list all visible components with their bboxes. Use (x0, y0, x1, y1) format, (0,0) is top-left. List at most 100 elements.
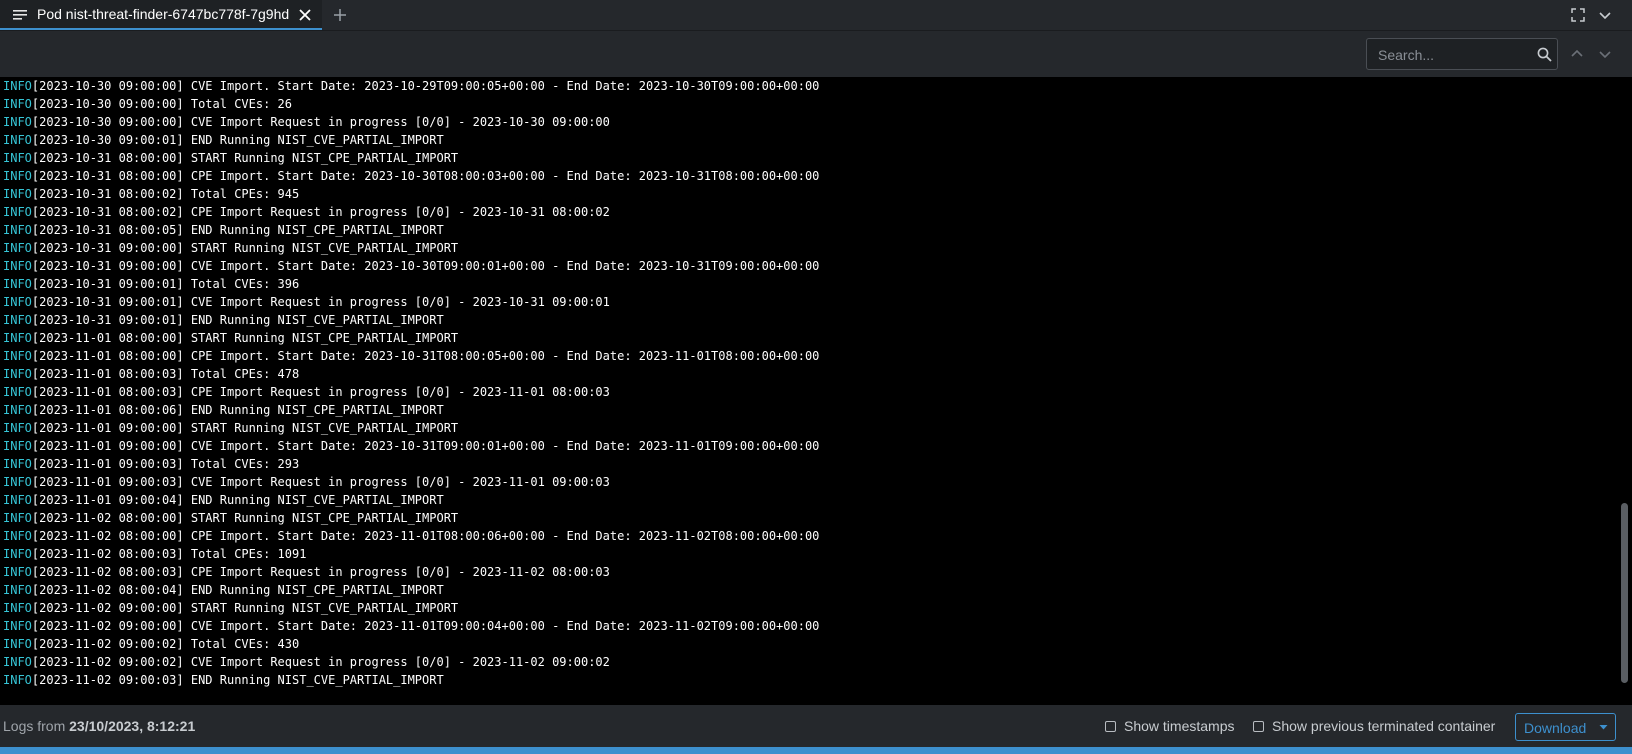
log-message: [2023-11-02 09:00:00] START Running NIST… (31, 601, 459, 615)
log-line: INFO[2023-10-31 08:00:00] START Running … (3, 149, 819, 167)
log-level: INFO (3, 403, 32, 417)
search-box (1366, 38, 1558, 70)
log-level: INFO (3, 151, 32, 165)
log-message: [2023-11-01 08:00:00] START Running NIST… (31, 331, 459, 345)
log-level: INFO (3, 673, 32, 687)
log-level: INFO (3, 475, 32, 489)
log-level: INFO (3, 511, 32, 525)
logs-from-value: 23/10/2023, 8:12:21 (69, 718, 196, 734)
search-input[interactable] (1376, 45, 1530, 65)
log-message: [2023-10-30 09:00:00] CVE Import. Start … (31, 79, 820, 93)
log-line: INFO[2023-10-31 09:00:01] Total CVEs: 39… (3, 275, 819, 293)
log-level: INFO (3, 601, 32, 615)
log-message: [2023-10-30 09:00:00] Total CVEs: 26 (31, 97, 292, 111)
log-line: INFO[2023-11-01 08:00:03] Total CPEs: 47… (3, 365, 819, 383)
log-level: INFO (3, 187, 32, 201)
show-timestamps-label: Show timestamps (1124, 718, 1235, 734)
log-level: INFO (3, 349, 32, 363)
scrollbar-thumb[interactable] (1621, 503, 1628, 683)
logs-from-label: Logs from (3, 718, 66, 734)
log-line: INFO[2023-11-01 09:00:03] Total CVEs: 29… (3, 455, 819, 473)
log-level: INFO (3, 367, 32, 381)
log-level: INFO (3, 241, 32, 255)
log-line: INFO[2023-11-01 08:00:03] CPE Import Req… (3, 383, 819, 401)
log-message: [2023-11-01 08:00:00] CPE Import. Start … (31, 349, 820, 363)
show-previous-label: Show previous terminated container (1272, 718, 1496, 734)
chevron-down-icon[interactable] (1597, 7, 1613, 23)
log-line: INFO[2023-11-02 09:00:02] Total CVEs: 43… (3, 635, 819, 653)
log-line: INFO[2023-10-30 09:00:00] CVE Import. St… (3, 77, 819, 95)
log-message: [2023-11-01 09:00:03] CVE Import Request… (31, 475, 610, 489)
log-message: [2023-11-01 09:00:03] Total CVEs: 293 (31, 457, 300, 471)
log-output[interactable]: INFO [2023-10-30 09:00:00] CVE Import. St… (0, 77, 1632, 705)
log-line: INFO[2023-11-01 08:00:06] END Running NI… (3, 401, 819, 419)
log-level: INFO (3, 115, 32, 129)
status-bar (0, 747, 1632, 754)
checkbox-box[interactable] (1105, 720, 1116, 732)
log-level: INFO (3, 637, 32, 651)
log-line: INFO[2023-11-01 09:00:00] START Running … (3, 419, 819, 437)
plus-icon[interactable] (332, 7, 348, 23)
log-line: INFO[2023-11-01 08:00:00] CPE Import. St… (3, 347, 819, 365)
log-level: INFO (3, 313, 32, 327)
log-message: [2023-11-01 09:00:00] START Running NIST… (31, 421, 459, 435)
log-message: [2023-11-02 08:00:00] START Running NIST… (31, 511, 459, 525)
log-message: [2023-11-01 09:00:04] END Running NIST_C… (31, 493, 444, 507)
log-message: [2023-11-01 09:00:00] CVE Import. Start … (31, 439, 820, 453)
log-message: [2023-11-02 09:00:02] Total CVEs: 430 (31, 637, 300, 651)
log-line: INFO[2023-11-02 08:00:03] CPE Import Req… (3, 563, 819, 581)
log-level: INFO (3, 583, 32, 597)
log-line: INFO[2023-10-31 09:00:00] CVE Import. St… (3, 257, 819, 275)
chevron-up-icon[interactable] (1570, 47, 1584, 61)
log-message: [2023-11-02 09:00:00] CVE Import. Start … (31, 619, 820, 633)
log-message: [2023-10-31 08:00:00] CPE Import. Start … (31, 169, 820, 183)
log-message: [2023-10-31 09:00:01] CVE Import Request… (31, 295, 610, 309)
log-message: [2023-10-31 09:00:01] END Running NIST_C… (31, 313, 444, 327)
fullscreen-icon[interactable] (1570, 7, 1586, 23)
log-line: INFO[2023-11-01 08:00:00] START Running … (3, 329, 819, 347)
log-lines: INFO [2023-10-30 09:00:00] CVE Import. St… (3, 77, 819, 689)
log-message: [2023-11-02 09:00:02] CVE Import Request… (31, 655, 610, 669)
log-line: INFO[2023-10-30 09:00:00] Total CVEs: 26 (3, 95, 819, 113)
log-level: INFO (3, 457, 32, 471)
log-message: [2023-10-31 08:00:02] Total CPEs: 945 (31, 187, 300, 201)
log-line: INFO[2023-11-02 08:00:04] END Running NI… (3, 581, 819, 599)
log-message: [2023-10-31 08:00:05] END Running NIST_C… (31, 223, 444, 237)
checkbox-box[interactable] (1253, 720, 1264, 732)
log-line: INFO[2023-11-02 09:00:00] START Running … (3, 599, 819, 617)
log-level: INFO (3, 133, 32, 147)
log-line: INFO[2023-11-02 09:00:00] CVE Import. St… (3, 617, 819, 635)
log-message: [2023-10-31 09:00:00] CVE Import. Start … (31, 259, 820, 273)
log-message: [2023-11-02 08:00:00] CPE Import. Start … (31, 529, 820, 543)
log-level: INFO (3, 331, 32, 345)
log-toolbar (0, 31, 1632, 77)
log-level: INFO (3, 421, 32, 435)
menu-lines-icon (13, 10, 27, 20)
log-message: [2023-11-02 08:00:03] Total CPEs: 1091 (31, 547, 307, 561)
log-line: INFO[2023-11-01 09:00:00] CVE Import. St… (3, 437, 819, 455)
tab-pod-logs[interactable]: Pod nist-threat-finder-6747bc778f-7g9hd (0, 0, 322, 30)
log-message: [2023-11-02 09:00:03] END Running NIST_C… (31, 673, 444, 687)
log-line: INFO[2023-11-01 09:00:04] END Running NI… (3, 491, 819, 509)
log-level: INFO (3, 223, 32, 237)
log-message: [2023-11-02 08:00:03] CPE Import Request… (31, 565, 610, 579)
caret-down-icon[interactable] (1599, 724, 1608, 731)
log-message: [2023-10-31 09:00:00] START Running NIST… (31, 241, 459, 255)
log-footer: Logs from 23/10/2023, 8:12:21 Show times… (0, 705, 1632, 747)
close-icon[interactable] (298, 8, 312, 22)
log-level: INFO (3, 565, 32, 579)
log-line: INFO[2023-10-31 08:00:05] END Running NI… (3, 221, 819, 239)
tab-title: Pod nist-threat-finder-6747bc778f-7g9hd (37, 6, 290, 22)
download-button[interactable]: Download (1515, 713, 1616, 741)
log-line: INFO[2023-11-02 09:00:02] CVE Import Req… (3, 653, 819, 671)
log-level: INFO (3, 529, 32, 543)
show-previous-container-checkbox[interactable]: Show previous terminated container (1253, 718, 1495, 734)
log-message: [2023-10-31 08:00:02] CPE Import Request… (31, 205, 610, 219)
log-level: INFO (3, 277, 32, 291)
log-level: INFO (3, 439, 32, 453)
log-line: INFO[2023-10-31 09:00:01] END Running NI… (3, 311, 819, 329)
log-message: [2023-10-31 08:00:00] START Running NIST… (31, 151, 459, 165)
search-icon[interactable] (1537, 47, 1552, 62)
show-timestamps-checkbox[interactable]: Show timestamps (1105, 718, 1234, 734)
chevron-down-icon[interactable] (1598, 47, 1612, 61)
